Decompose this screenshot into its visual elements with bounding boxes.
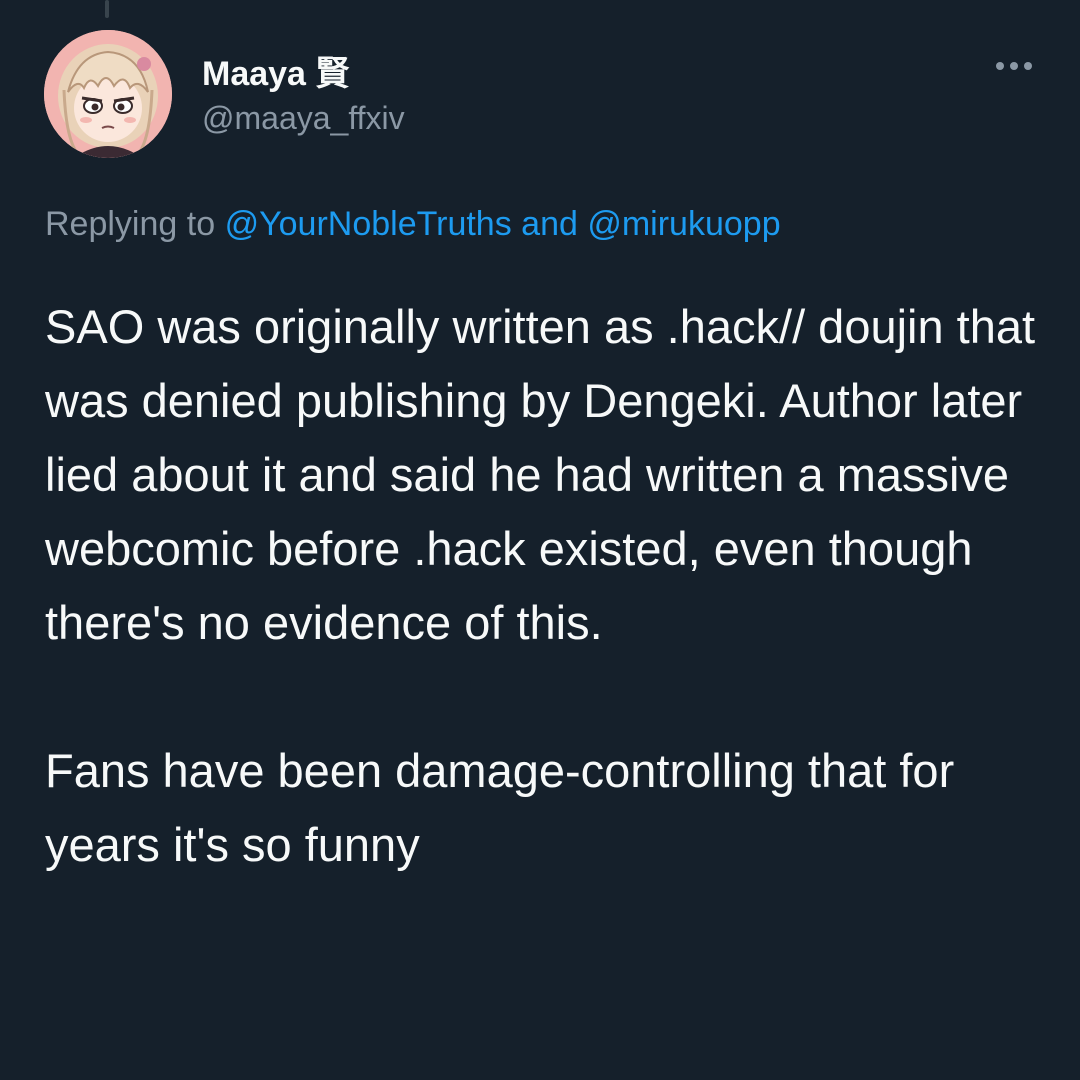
reply-conjunction: and bbox=[521, 205, 578, 243]
mention-link-yournobletruths[interactable]: @YourNobleTruths bbox=[225, 205, 512, 243]
more-horizontal-icon bbox=[996, 62, 1032, 70]
reply-prefix: Replying to bbox=[45, 205, 216, 243]
thread-connector-line bbox=[105, 0, 109, 18]
avatar[interactable] bbox=[44, 30, 172, 158]
reply-context: Replying to @YourNobleTruths and @miruku… bbox=[45, 205, 781, 244]
mention-link-mirukuopp[interactable]: @mirukuopp bbox=[587, 205, 780, 243]
tweet-timestamp-partial bbox=[45, 1062, 54, 1080]
display-name[interactable]: Maaya 賢 bbox=[202, 46, 349, 95]
tweet-text: SAO was originally written as .hack// do… bbox=[45, 300, 1036, 871]
anime-girl-avatar-icon bbox=[44, 30, 172, 158]
tweet-card: Maaya 賢 @maaya_ffxiv Replying to @YourNo… bbox=[0, 0, 1080, 1080]
more-options-button[interactable] bbox=[986, 44, 1042, 88]
user-handle[interactable]: @maaya_ffxiv bbox=[202, 100, 405, 137]
